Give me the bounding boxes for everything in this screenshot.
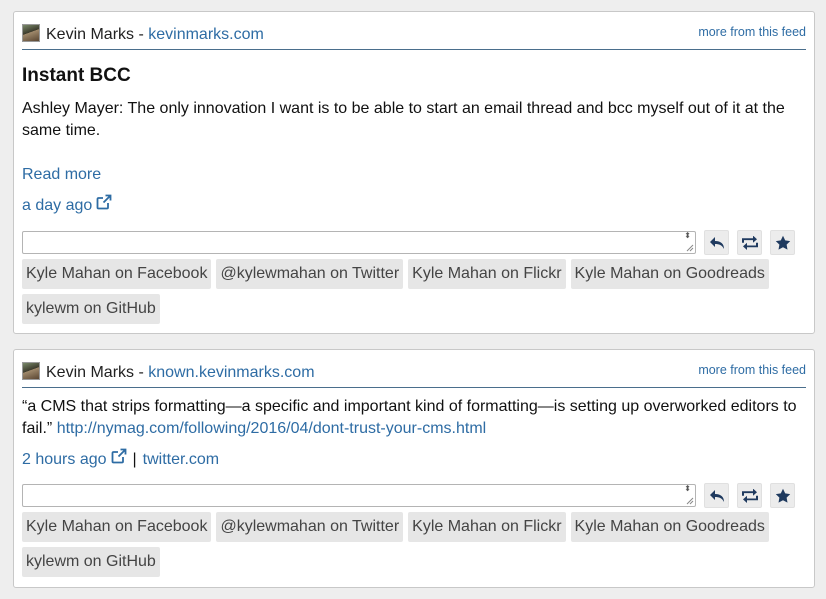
- syndication-links: Kyle Mahan on Facebook @kylewmahan on Tw…: [22, 512, 812, 582]
- repost-button[interactable]: [737, 483, 762, 508]
- repost-icon: [741, 488, 758, 503]
- reply-textarea[interactable]: ⬍: [22, 484, 696, 507]
- entry-header: Kevin Marks - kevinmarks.com more from t…: [22, 12, 806, 50]
- repost-button[interactable]: [737, 230, 762, 255]
- reply-icon: [709, 489, 724, 502]
- resize-handle-icon[interactable]: [684, 242, 694, 252]
- syndication-facebook[interactable]: Kyle Mahan on Facebook: [22, 512, 212, 542]
- author-line: Kevin Marks - kevinmarks.com: [46, 26, 264, 44]
- author-avatar[interactable]: [22, 24, 40, 42]
- author-site-link[interactable]: known.kevinmarks.com: [148, 364, 314, 381]
- meta-separator: |: [132, 450, 137, 468]
- reply-row: ⬍: [22, 230, 806, 255]
- star-icon: [775, 235, 790, 250]
- reply-textarea[interactable]: ⬍: [22, 231, 696, 254]
- permalink-time[interactable]: a day ago: [22, 195, 92, 217]
- entry-meta: a day ago: [22, 194, 806, 217]
- source-link[interactable]: twitter.com: [143, 449, 219, 471]
- author-name: Kevin Marks: [46, 364, 135, 381]
- reply-button[interactable]: [704, 230, 729, 255]
- entry-content: Ashley Mayer: The only innovation I want…: [22, 100, 785, 139]
- resize-handle-icon[interactable]: [684, 495, 694, 505]
- syndication-flickr[interactable]: Kyle Mahan on Flickr: [408, 259, 566, 289]
- author-line: Kevin Marks - known.kevinmarks.com: [46, 364, 315, 382]
- syndication-goodreads[interactable]: Kyle Mahan on Goodreads: [570, 259, 769, 289]
- reply-button[interactable]: [704, 483, 729, 508]
- like-button[interactable]: [770, 483, 795, 508]
- author-avatar[interactable]: [22, 362, 40, 380]
- syndication-facebook[interactable]: Kyle Mahan on Facebook: [22, 259, 212, 289]
- spinner-icon: ⬍: [684, 484, 691, 493]
- syndication-twitter[interactable]: @kylewmahan on Twitter: [216, 259, 404, 289]
- syndication-goodreads[interactable]: Kyle Mahan on Goodreads: [570, 512, 769, 542]
- syndication-github[interactable]: kylewm on GitHub: [22, 294, 160, 324]
- feed-entry-1: Kevin Marks - kevinmarks.com more from t…: [13, 11, 815, 334]
- feed-entry-2: Kevin Marks - known.kevinmarks.com more …: [13, 349, 815, 588]
- permalink-time[interactable]: 2 hours ago: [22, 449, 107, 471]
- external-link-icon[interactable]: [96, 194, 112, 217]
- syndication-links: Kyle Mahan on Facebook @kylewmahan on Tw…: [22, 259, 812, 329]
- entry-content: “a CMS that strips formatting—a specific…: [22, 396, 806, 440]
- external-link-icon[interactable]: [111, 448, 127, 471]
- author-separator: -: [134, 364, 149, 381]
- star-icon: [775, 488, 790, 503]
- syndication-flickr[interactable]: Kyle Mahan on Flickr: [408, 512, 566, 542]
- syndication-github[interactable]: kylewm on GitHub: [22, 547, 160, 577]
- more-from-feed-link[interactable]: more from this feed: [698, 363, 806, 377]
- spinner-icon: ⬍: [684, 231, 691, 240]
- repost-icon: [741, 235, 758, 250]
- more-from-feed-link[interactable]: more from this feed: [698, 25, 806, 39]
- like-button[interactable]: [770, 230, 795, 255]
- entry-body-link[interactable]: http://nymag.com/following/2016/04/dont-…: [57, 420, 487, 437]
- reply-icon: [709, 236, 724, 249]
- syndication-twitter[interactable]: @kylewmahan on Twitter: [216, 512, 404, 542]
- entry-title: Instant BCC: [22, 65, 131, 86]
- reply-row: ⬍: [22, 483, 806, 508]
- entry-meta: 2 hours ago | twitter.com: [22, 448, 806, 471]
- author-site-link[interactable]: kevinmarks.com: [148, 26, 264, 43]
- author-separator: -: [134, 26, 149, 43]
- author-name: Kevin Marks: [46, 26, 135, 43]
- entry-header: Kevin Marks - known.kevinmarks.com more …: [22, 350, 806, 388]
- read-more-link[interactable]: Read more: [22, 166, 101, 183]
